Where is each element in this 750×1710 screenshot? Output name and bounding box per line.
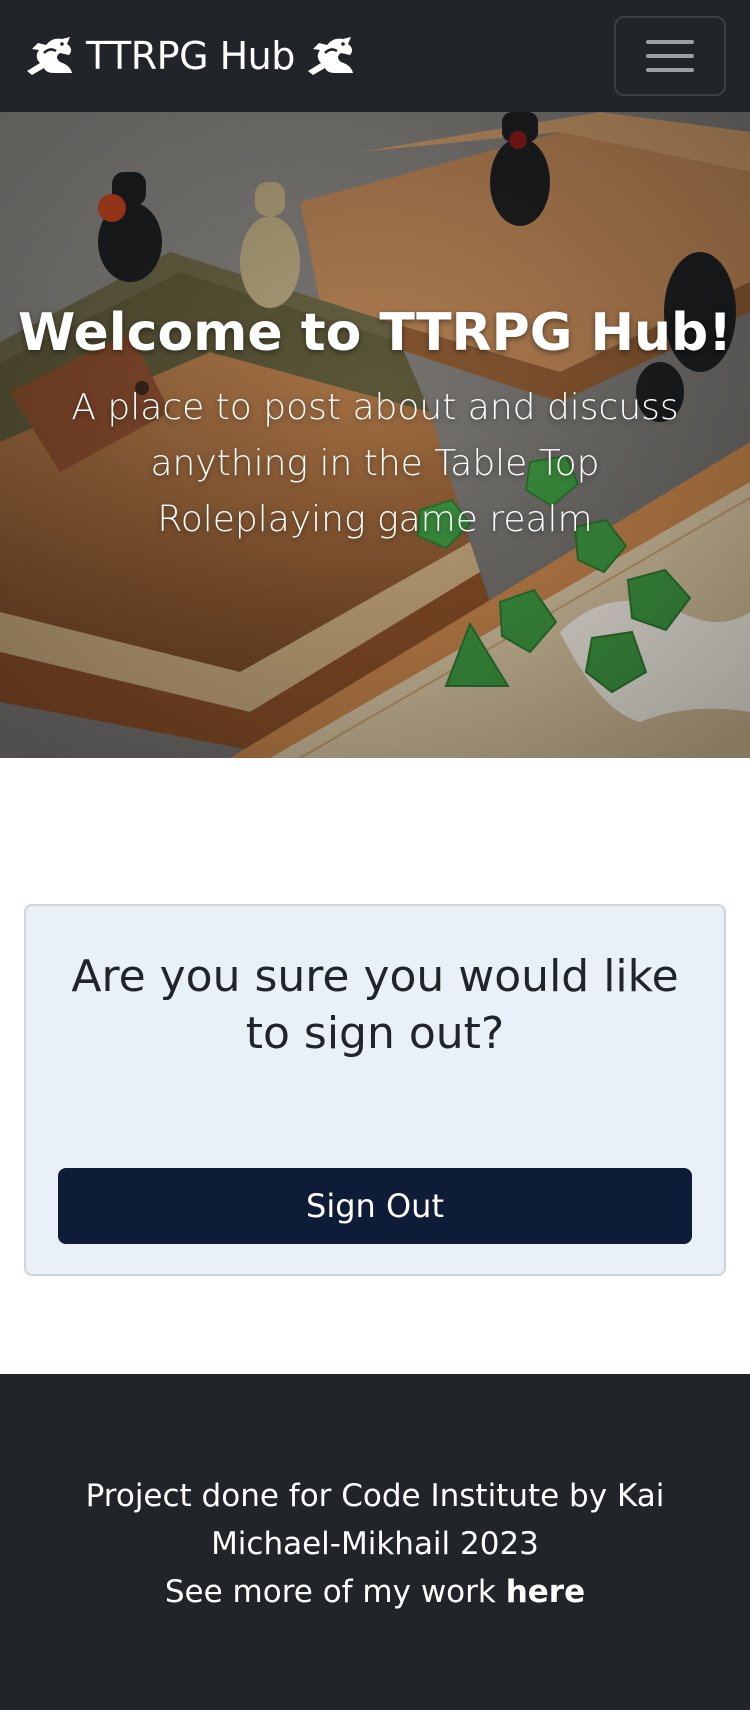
hero-subtitle: A place to post about and discuss anythi…	[71, 387, 679, 540]
brand-title: TTRPG Hub	[86, 34, 295, 78]
dragon-icon	[27, 37, 72, 75]
navbar-toggler-button[interactable]	[614, 16, 726, 96]
hamburger-icon	[646, 68, 694, 72]
hero-text: Welcome to TTRPG Hub! A place to post ab…	[0, 302, 750, 548]
navbar: TTRPG Hub	[0, 0, 750, 112]
portfolio-link[interactable]: here	[506, 1574, 585, 1610]
footer-text: Project done for Code Institute by Kai M…	[0, 1472, 750, 1616]
hero-title: Welcome to TTRPG Hub!	[18, 303, 732, 363]
hamburger-icon	[646, 54, 694, 58]
brand-link[interactable]: TTRPG Hub	[24, 34, 357, 78]
footer-credit: Project done for Code Institute by Kai M…	[85, 1478, 665, 1562]
hamburger-icon	[646, 40, 694, 44]
dragon-icon	[307, 37, 353, 75]
hero-banner: Welcome to TTRPG Hub! A place to post ab…	[0, 112, 750, 758]
footer: Project done for Code Institute by Kai M…	[0, 1374, 750, 1710]
footer-more-prefix: See more of my work	[164, 1574, 496, 1610]
signout-card: Are you sure you would like to sign out?…	[24, 904, 726, 1276]
sign-out-button[interactable]: Sign Out	[58, 1168, 692, 1244]
signout-question: Are you sure you would like to sign out?	[71, 951, 679, 1060]
